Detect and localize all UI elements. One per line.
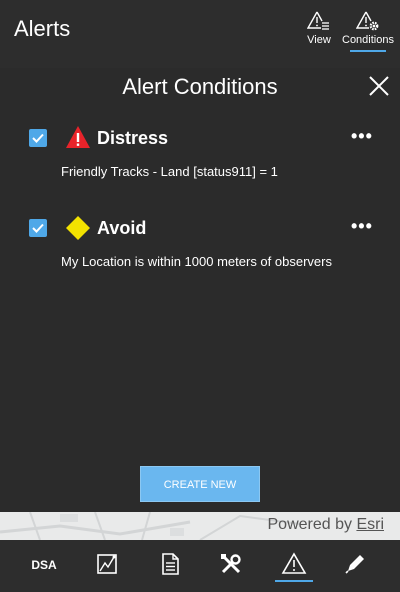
panel-title: Alert Conditions	[122, 74, 278, 99]
document-icon	[162, 553, 179, 575]
alert-name: Distress	[97, 128, 169, 148]
map-tool-icon	[97, 554, 117, 574]
conditions-alert-gear-icon	[356, 11, 379, 31]
create-new-button[interactable]: CREATE NEW	[140, 466, 260, 502]
tools-icon	[221, 554, 241, 574]
more-options-button[interactable]: •••	[351, 126, 373, 147]
alerts-icon	[281, 552, 307, 574]
edit-button[interactable]	[343, 552, 371, 580]
checkmark-icon	[32, 133, 44, 143]
map-background[interactable]: Powered by Esri	[0, 512, 400, 540]
app-title: Alerts	[14, 16, 71, 41]
map-tool-button[interactable]	[95, 552, 123, 580]
checkmark-icon	[32, 223, 44, 233]
alert-checkbox[interactable]	[29, 129, 47, 147]
document-button[interactable]	[158, 552, 186, 580]
close-icon	[369, 76, 389, 96]
alert-description: Friendly Tracks - Land [status911] = 1	[61, 164, 278, 179]
alert-checkbox[interactable]	[29, 219, 47, 237]
attribution-prefix: Powered by	[267, 516, 357, 533]
yellow-diamond-icon	[66, 216, 90, 240]
esri-attribution: Powered by Esri	[268, 516, 385, 534]
alerts-button[interactable]	[281, 552, 309, 580]
close-button[interactable]	[366, 73, 392, 99]
conditions-label: Conditions	[342, 34, 394, 46]
panel-header: Alert Conditions	[0, 68, 400, 108]
esri-link[interactable]: Esri	[356, 516, 384, 533]
more-options-button[interactable]: •••	[351, 216, 373, 237]
alert-description: My Location is within 1000 meters of obs…	[61, 254, 332, 269]
view-label: View	[307, 34, 331, 46]
view-alerts-icon	[307, 11, 329, 30]
bottom-toolbar: DSA	[0, 540, 400, 592]
dsa-button[interactable]: DSA	[28, 558, 60, 586]
warning-triangle-icon	[66, 126, 90, 148]
app-header: Alerts View Conditions	[0, 0, 400, 68]
pencil-icon	[345, 555, 364, 574]
toolbar-active-indicator	[275, 580, 313, 582]
tools-button[interactable]	[219, 552, 247, 580]
conditions-active-indicator	[350, 50, 386, 52]
conditions-button[interactable]: Conditions	[340, 10, 396, 52]
alert-name: Avoid	[97, 218, 147, 238]
view-button[interactable]: View	[303, 10, 335, 46]
